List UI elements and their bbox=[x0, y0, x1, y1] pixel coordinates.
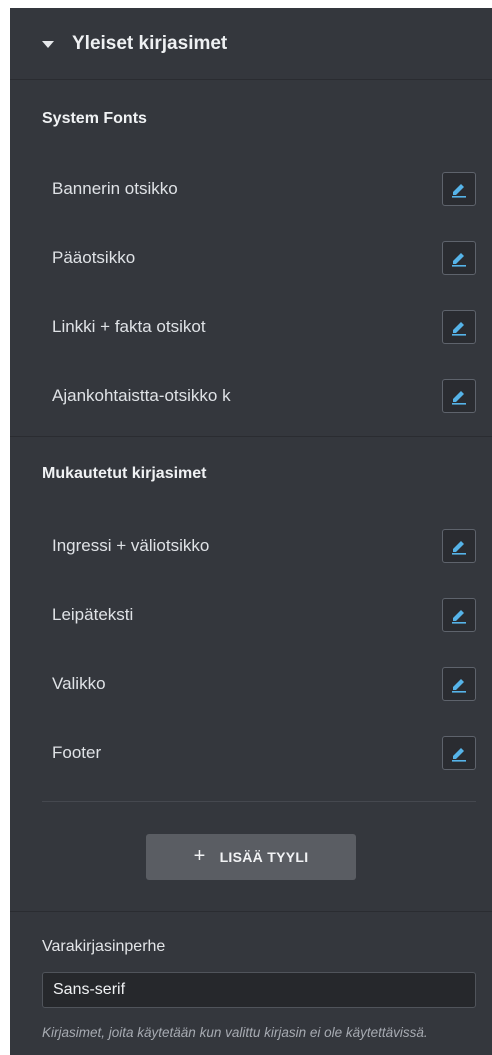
font-row: Ingressi + väliotsikko bbox=[10, 511, 492, 580]
edit-button[interactable] bbox=[442, 597, 476, 632]
edit-button[interactable] bbox=[442, 240, 476, 275]
font-row-label: Pääotsikko bbox=[52, 247, 136, 267]
font-row-label: Ingressi + väliotsikko bbox=[52, 535, 210, 555]
fallback-font-input[interactable] bbox=[42, 972, 476, 1008]
font-row: Linkki + fakta otsikot bbox=[10, 292, 492, 361]
font-row-label: Footer bbox=[52, 742, 102, 762]
add-style-area: + LISÄÄ TYYLI bbox=[10, 802, 492, 912]
edit-button[interactable] bbox=[442, 528, 476, 563]
font-row: Valikko bbox=[10, 649, 492, 718]
font-row: Bannerin otsikko bbox=[10, 154, 492, 223]
edit-button[interactable] bbox=[442, 171, 476, 206]
pencil-icon bbox=[452, 252, 466, 267]
font-row: Pääotsikko bbox=[10, 223, 492, 292]
add-style-button[interactable]: + LISÄÄ TYYLI bbox=[146, 833, 356, 880]
global-fonts-panel: Yleiset kirjasimet System Fonts Bannerin… bbox=[10, 8, 492, 1055]
font-row: Leipäteksti bbox=[10, 580, 492, 649]
font-row-label: Ajankohtaistta-otsikko k bbox=[52, 385, 231, 405]
system-fonts-title: System Fonts bbox=[42, 110, 147, 127]
fallback-section: Varakirjasinperhe Kirjasimet, joita käyt… bbox=[10, 912, 492, 1044]
pencil-icon bbox=[452, 678, 466, 693]
font-row-label: Leipäteksti bbox=[52, 604, 134, 624]
font-row-label: Linkki + fakta otsikot bbox=[52, 316, 206, 336]
font-row: Footer bbox=[10, 718, 492, 787]
edit-button[interactable] bbox=[442, 378, 476, 413]
add-style-label: LISÄÄ TYYLI bbox=[219, 848, 309, 865]
edit-button[interactable] bbox=[442, 666, 476, 701]
pencil-icon bbox=[452, 183, 466, 198]
custom-fonts-title: Mukautetut kirjasimet bbox=[42, 465, 207, 482]
panel-header[interactable]: Yleiset kirjasimet bbox=[10, 8, 492, 80]
edit-button[interactable] bbox=[442, 309, 476, 344]
fallback-label: Varakirjasinperhe bbox=[42, 938, 166, 955]
font-row-label: Bannerin otsikko bbox=[52, 178, 178, 198]
pencil-icon bbox=[452, 390, 466, 405]
pencil-icon bbox=[452, 609, 466, 624]
edit-button[interactable] bbox=[442, 735, 476, 770]
font-row-label: Valikko bbox=[52, 673, 106, 693]
plus-icon: + bbox=[193, 845, 206, 867]
pencil-icon bbox=[452, 747, 466, 762]
font-row: Ajankohtaistta-otsikko k bbox=[10, 361, 492, 430]
pencil-icon bbox=[452, 540, 466, 555]
caret-down-icon[interactable] bbox=[42, 41, 54, 48]
fallback-help-text: Kirjasimet, joita käytetään kun valittu … bbox=[42, 1025, 428, 1040]
panel-title: Yleiset kirjasimet bbox=[72, 32, 228, 54]
pencil-icon bbox=[452, 321, 466, 336]
